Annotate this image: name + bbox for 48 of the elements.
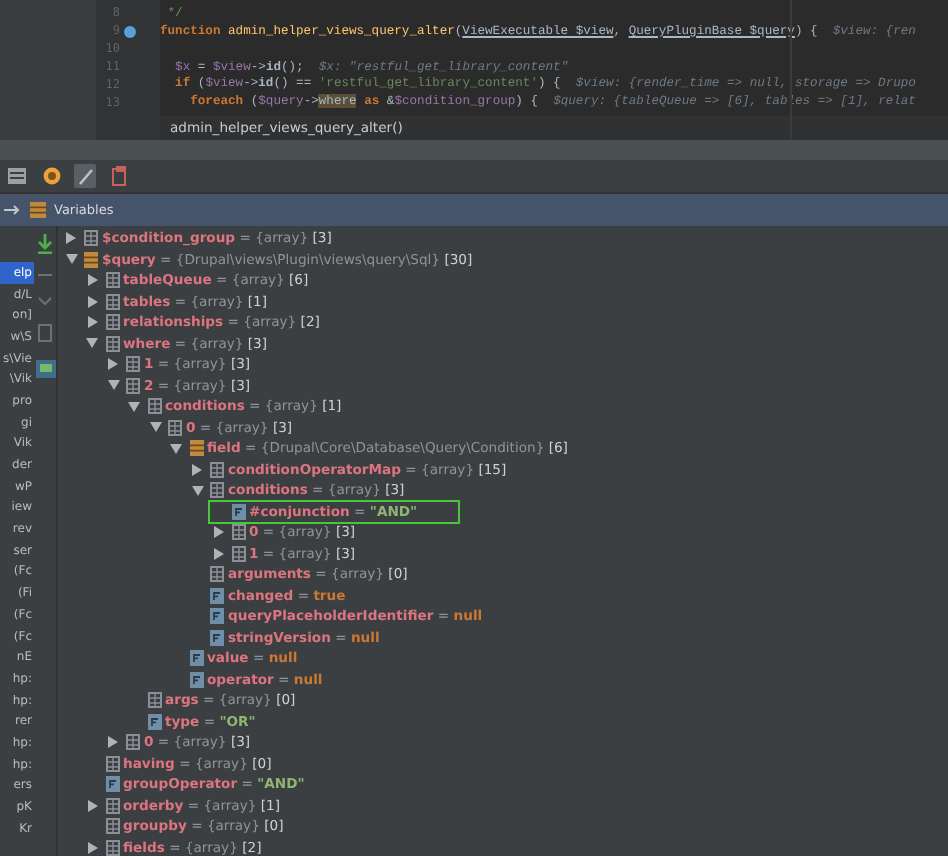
array-icon [105, 293, 119, 310]
arrow-icon[interactable] [4, 204, 22, 216]
array-icon [231, 524, 245, 541]
breakpoint-icon[interactable] [124, 25, 136, 37]
array-icon [168, 419, 182, 436]
collapse-arrow-icon[interactable] [65, 254, 77, 265]
field-icon [210, 629, 224, 646]
field-icon [189, 650, 203, 667]
field-icon [210, 608, 224, 625]
array-icon [126, 734, 140, 751]
array-icon [147, 692, 161, 709]
field-icon [189, 671, 203, 688]
array-icon [84, 230, 98, 247]
clipboard-icon[interactable] [108, 164, 130, 188]
field-icon [210, 587, 224, 604]
array-icon [147, 398, 161, 415]
frames-icon[interactable] [6, 164, 28, 188]
array-icon [126, 377, 140, 394]
object-icon [84, 251, 98, 268]
array-icon [105, 839, 119, 856]
expand-arrow-icon[interactable] [108, 358, 118, 371]
array-icon [210, 461, 224, 478]
field-icon [231, 503, 245, 520]
array-icon [105, 818, 119, 835]
array-icon [105, 335, 119, 352]
expand-arrow-icon[interactable] [192, 463, 202, 476]
watch-icon[interactable] [35, 360, 55, 378]
array-icon [105, 272, 119, 289]
pencil-icon[interactable] [74, 164, 96, 188]
array-icon [105, 755, 119, 772]
array-icon [126, 356, 140, 373]
expand-arrow-icon[interactable] [66, 232, 76, 245]
field-icon [147, 713, 161, 730]
array-icon [210, 566, 224, 583]
array-icon [105, 797, 119, 814]
mute-breakpoints-icon[interactable] [40, 164, 62, 188]
expand-arrow-icon[interactable] [87, 841, 97, 854]
collapse-arrow-icon[interactable] [86, 338, 98, 349]
array-icon [231, 545, 245, 562]
collapse-arrow-icon[interactable] [191, 485, 203, 496]
object-icon [189, 440, 203, 457]
array-icon [210, 482, 224, 499]
variables-icon [30, 202, 46, 218]
field-icon [105, 776, 119, 793]
array-icon [105, 314, 119, 331]
expand-arrow-icon[interactable] [87, 799, 97, 812]
expand-arrow-icon[interactable] [108, 736, 118, 749]
step-icon[interactable] [36, 234, 54, 254]
